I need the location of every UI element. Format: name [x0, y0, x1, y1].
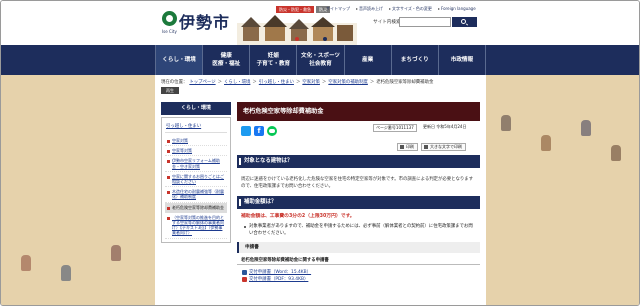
procession-figure-illustration — [541, 135, 551, 151]
share-row: f ページ番号1011137 更新日 令和5年4月24日 — [237, 121, 480, 141]
disaster-emergency-link[interactable]: 防災・防犯・救急 — [276, 6, 314, 13]
nav-item-industry[interactable]: 産業 — [345, 45, 392, 75]
breadcrumb-link[interactable]: 空家対策 — [302, 79, 320, 85]
sidebar: くらし・環境 引っ越し・住まい 空家対策 空家等対策 伊勢市空家リフォーム補助金… — [161, 102, 231, 243]
nav-item-living-environment[interactable]: くらし・環境 — [155, 45, 204, 75]
page-body: 現在の位置： トップページ＞ くらし・環境＞ 引っ越し・住まい＞ 空家対策＞ 空… — [1, 75, 639, 305]
breadcrumb-link[interactable]: 空家対策の補助制度 — [328, 79, 368, 85]
word-file-icon — [242, 270, 247, 275]
search-label: サイト内検索 — [373, 20, 401, 25]
sidebar-item-vacant-measures[interactable]: 空家等対策 — [165, 146, 227, 157]
breadcrumb-prefix: 現在の位置： — [161, 80, 188, 85]
logo-subtitle: Ise City — [162, 29, 177, 34]
search-icon — [461, 19, 466, 24]
search-button[interactable] — [452, 17, 477, 27]
section-heading-forms: 申請書 — [237, 242, 480, 253]
decorative-background-left — [1, 75, 155, 305]
forms-subheading: 老朽危険空家等除却費補助金に関する申請書 — [237, 257, 480, 265]
sidebar-title[interactable]: くらし・環境 — [161, 102, 231, 115]
site-logo[interactable]: 伊勢市 Ise City — [162, 7, 229, 37]
nav-item-town-planning[interactable]: まちづくり — [392, 45, 439, 75]
sidebar-item-vacant-houses[interactable]: 空家対策 — [165, 136, 227, 147]
breadcrumb-link[interactable]: トップページ — [189, 79, 215, 85]
procession-figure-illustration — [21, 255, 31, 271]
procession-figure-illustration — [501, 115, 511, 131]
text-size-color-link[interactable]: 文字サイズ・色の変更 — [387, 5, 434, 12]
facebook-share-icon[interactable]: f — [254, 126, 264, 136]
nav-item-culture-sports[interactable]: 文化・スポーツ 社会教育 — [297, 45, 345, 75]
line-share-icon[interactable] — [267, 126, 277, 136]
city-emblem-icon — [162, 11, 177, 26]
foreign-language-link[interactable]: Foreign language — [436, 5, 478, 12]
procession-figure-illustration — [611, 145, 621, 161]
page-number: ページ番号1011137 — [373, 124, 417, 132]
site-search-input[interactable] — [399, 17, 451, 27]
procession-figure-illustration — [581, 120, 591, 136]
main-content: 老朽危険空家等除却費補助金 f ページ番号1011137 更新日 令和5年4月2… — [237, 102, 480, 283]
breadcrumb: 現在の位置： トップページ＞ くらし・環境＞ 引っ越し・住まい＞ 空家対策＞ 空… — [161, 79, 434, 85]
procession-figure-illustration — [111, 245, 121, 261]
subsidy-amount-text: 補助金額は、工事費の3分の2（上限30万円）です。 — [241, 214, 355, 219]
sidebar-menu: 引っ越し・住まい 空家対策 空家等対策 伊勢市空家リフォーム補助金・空き家対策 … — [161, 117, 231, 243]
logo-text: 伊勢市 — [179, 13, 231, 32]
update-date: 更新日 令和5年4月24日 — [423, 124, 467, 129]
sitemap-link[interactable]: サイトマップ — [321, 5, 352, 12]
decorative-background-right — [486, 75, 639, 305]
page-title: 老朽危険空家等除却費補助金 — [237, 102, 480, 121]
read-aloud-badge[interactable]: 再生 — [161, 87, 179, 94]
global-nav: くらし・環境 健康 医療・福祉 妊娠 子育て・教育 文化・スポーツ 社会教育 産… — [1, 45, 639, 75]
sidebar-item-demolition-subsidy[interactable]: 老朽危険空家等除却費補助金 — [165, 202, 227, 213]
sidebar-item-consultation[interactable]: 空家に関するお困りごとはご相談ください — [165, 172, 227, 188]
sidebar-item-business-promotion[interactable]: （空家等対策の推進を目的とする空家等の解体の事業者向け）【テキスト3回】（伊勢事… — [165, 213, 227, 239]
utility-links: サイトマップ 音声読み上げ 文字サイズ・色の変更 Foreign languag… — [321, 5, 478, 12]
sidebar-item-reform-subsidy[interactable]: 伊勢市空家リフォーム補助金・空き家対策 — [165, 156, 227, 172]
section-heading-amount: 補助金額は？ — [237, 196, 480, 209]
nav-item-childcare-education[interactable]: 妊娠 子育て・教育 — [250, 45, 298, 75]
pdf-file-icon — [242, 277, 247, 282]
procession-figure-illustration — [61, 265, 71, 281]
sidebar-item-seismic-subsidy[interactable]: 木造住宅の耐震補強等（耐震化）補助制度 — [165, 187, 227, 203]
breadcrumb-link[interactable]: くらし・環境 — [224, 79, 250, 85]
site-header: 伊勢市 Ise City 防災・防犯・救急 防災 サイトマップ 音声読み上げ 文… — [1, 1, 639, 45]
printer-icon — [424, 145, 428, 149]
breadcrumb-current: 老朽危険空家等除却費補助金 — [376, 80, 434, 85]
print-tools: 印刷 大きな文字で印刷 — [397, 143, 466, 151]
breadcrumb-link[interactable]: 引っ越し・住まい — [259, 79, 294, 85]
read-aloud-link[interactable]: 音声読み上げ — [354, 5, 385, 12]
sidebar-parent-link[interactable]: 引っ越し・住まい — [165, 121, 227, 133]
pdf-application-link[interactable]: 交付申請書（PDF：93.4KB） — [237, 276, 480, 283]
large-print-button[interactable]: 大きな文字で印刷 — [421, 143, 466, 151]
printer-icon — [400, 145, 404, 149]
target-description: 周辺に迷惑をかけている老朽化した危険な空家を住宅の特定空家等が対象です。市の調査… — [241, 177, 474, 189]
consultation-note: 対象事業者がありますので、補助金を申請するためには、必ず事前（解体業者との契約前… — [237, 223, 480, 237]
word-application-link[interactable]: 交付申請書（Word：15.4KB） — [237, 269, 480, 276]
browser-frame: 伊勢市 Ise City 防災・防犯・救急 防災 サイトマップ 音声読み上げ 文… — [0, 0, 640, 306]
twitter-share-icon[interactable] — [241, 126, 251, 136]
nav-item-health-welfare[interactable]: 健康 医療・福祉 — [203, 45, 251, 75]
section-heading-target: 対象となる建物は？ — [237, 155, 480, 168]
print-button[interactable]: 印刷 — [397, 143, 418, 151]
nav-item-city-info[interactable]: 市政情報 — [439, 45, 486, 75]
